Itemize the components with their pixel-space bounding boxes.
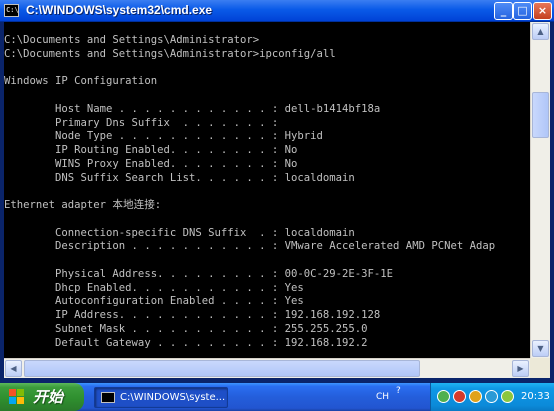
scrollbar-corner (530, 358, 550, 378)
windows-logo-icon (9, 389, 26, 405)
taskbar-item-label: C:\WINDOWS\syste... (120, 392, 226, 403)
console-line: Description . . . . . . . . . . . : VMwa… (4, 240, 496, 253)
title-bar[interactable]: C:\ C:\WINDOWS\system32\cmd.exe _ □ × (0, 0, 554, 22)
console-line: Subnet Mask . . . . . . . . . . . : 255.… (4, 322, 368, 335)
console-icon[interactable]: C:\ (4, 4, 19, 17)
console-line: C:\Documents and Settings\Administrator>… (4, 47, 336, 60)
console-line: Dhcp Enabled. . . . . . . . . . . : Yes (4, 281, 304, 294)
scroll-right-button[interactable]: ▶ (512, 360, 529, 377)
scroll-up-button[interactable]: ▲ (532, 23, 549, 40)
console-line: Physical Address. . . . . . . . . : 00-0… (4, 267, 394, 280)
window-title: C:\WINDOWS\system32\cmd.exe (26, 3, 213, 17)
start-label: 开始 (33, 388, 64, 406)
antivirus-icon[interactable] (485, 390, 498, 403)
console-text: C:\Documents and Settings\Administrator>… (4, 34, 495, 350)
security-alert-icon[interactable] (453, 390, 466, 403)
console-line: Ethernet adapter 本地连接: (4, 199, 162, 211)
console-line: C:\Documents and Settings\Administrator> (4, 34, 260, 46)
sync-icon[interactable] (501, 390, 514, 403)
console-line: Connection-specific DNS Suffix . : local… (4, 226, 355, 239)
console-line: Default Gateway . . . . . . . . . : 192.… (4, 336, 368, 349)
scroll-left-button[interactable]: ◀ (5, 360, 22, 377)
horizontal-scrollbar[interactable]: ◀ ▶ (4, 358, 530, 378)
console-output[interactable]: C:\Documents and Settings\Administrator>… (4, 22, 530, 358)
help-icon[interactable]: ? (396, 386, 401, 396)
console-line: WINS Proxy Enabled. . . . . . . . : No (4, 157, 298, 170)
taskbar-item-cmd[interactable]: C:\WINDOWS\syste... (94, 387, 228, 408)
maximize-button[interactable]: □ (513, 2, 532, 20)
close-button[interactable]: × (533, 2, 552, 20)
minimize-button[interactable]: _ (494, 2, 513, 20)
console-line: Autoconfiguration Enabled . . . . : Yes (4, 295, 304, 308)
console-window: C:\ C:\WINDOWS\system32\cmd.exe _ □ × C:… (0, 0, 554, 383)
console-line: Windows IP Configuration (4, 75, 158, 88)
vertical-scrollbar[interactable]: ▲ ▼ (530, 22, 550, 358)
clock[interactable]: 20:33 (521, 390, 550, 403)
start-button[interactable]: 开始 (0, 383, 84, 411)
vertical-scroll-thumb[interactable] (532, 92, 549, 138)
console-line: DNS Suffix Search List. . . . . . : loca… (4, 171, 355, 184)
console-line: Host Name . . . . . . . . . . . . : dell… (4, 102, 381, 115)
update-icon[interactable] (469, 390, 482, 403)
scroll-down-button[interactable]: ▼ (532, 340, 549, 357)
taskbar: 开始 C:\WINDOWS\syste... CH ? 20:33 (0, 383, 554, 411)
language-indicator[interactable]: CH (376, 391, 389, 403)
console-line: Node Type . . . . . . . . . . . . : Hybr… (4, 130, 323, 143)
system-tray: 20:33 (430, 383, 554, 411)
console-line: Primary Dns Suffix . . . . . . . : (4, 116, 279, 129)
console-icon (101, 392, 115, 403)
console-line: IP Address. . . . . . . . . . . . : 192.… (4, 309, 381, 321)
console-line: IP Routing Enabled. . . . . . . . : No (4, 144, 298, 156)
horizontal-scroll-thumb[interactable] (24, 360, 420, 377)
network-icon[interactable] (437, 390, 450, 403)
